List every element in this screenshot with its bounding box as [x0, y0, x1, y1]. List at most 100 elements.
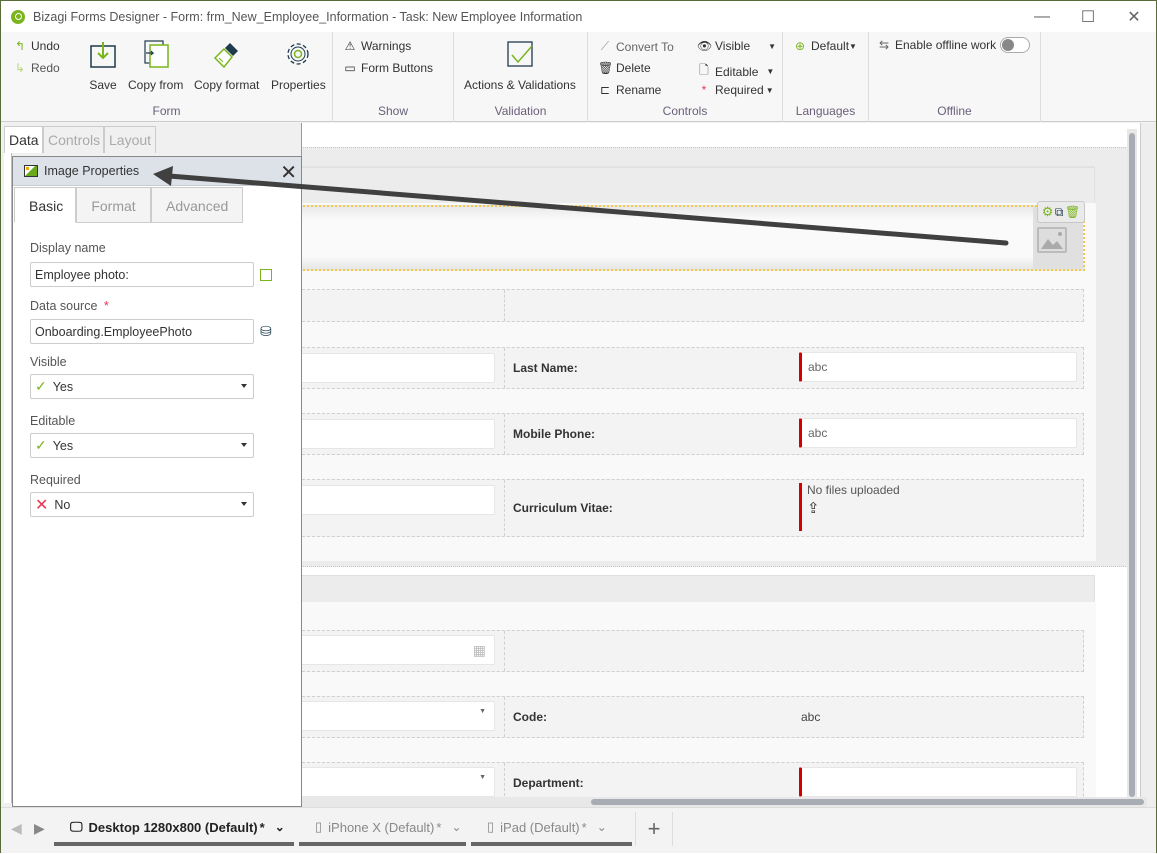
vertical-scroll-thumb[interactable] [1129, 133, 1135, 797]
visible-select[interactable]: ✓ Yes [30, 374, 254, 399]
horizontal-scroll-thumb[interactable] [591, 799, 1144, 805]
text-input[interactable] [302, 419, 495, 449]
check-icon: ✓ [35, 437, 47, 453]
scroll-right-icon[interactable]: ▶ [34, 820, 45, 837]
combo-input[interactable]: ▼ [302, 701, 495, 731]
control-copy-icon[interactable]: ⧉ [1055, 205, 1064, 220]
ribbon-group-validation: Actions & Validations Validation [454, 32, 588, 122]
department-combo[interactable] [799, 767, 1077, 797]
upload-file-icon[interactable]: ⇪ [807, 499, 1077, 517]
close-properties-icon[interactable]: ✕ [280, 160, 297, 185]
copy-from-button[interactable]: Copy from [128, 38, 183, 92]
close-window-button[interactable]: ✕ [1111, 1, 1157, 32]
data-source-label-text: Data source [30, 299, 98, 313]
device-tab-iphone[interactable]: ▯ iPhone X (Default) * ⌄ [299, 812, 466, 846]
tab-controls[interactable]: Controls [43, 126, 104, 153]
language-dropdown[interactable]: ⊕ Default ▼ [793, 39, 857, 53]
chevron-down-icon[interactable]: ⌄ [597, 820, 607, 834]
display-name-checkbox[interactable] [260, 269, 272, 281]
text-input[interactable] [302, 485, 495, 515]
convert-to-button[interactable]: ⟋ Convert To [598, 39, 674, 54]
modified-mark: * [581, 819, 587, 835]
code-value: abc [801, 710, 821, 724]
required-label: Required [715, 83, 764, 97]
copy-format-button[interactable]: Copy format [194, 38, 259, 92]
actions-validations-button[interactable]: Actions & Validations [464, 38, 576, 92]
device-tab-ipad[interactable]: ▯ iPad (Default) * ⌄ [471, 812, 632, 846]
warnings-label: Warnings [361, 39, 412, 53]
chevron-down-icon[interactable]: ⌄ [275, 820, 285, 834]
rename-icon: ⊏ [599, 83, 611, 97]
control-delete-trash-icon[interactable]: 🗑 [1065, 205, 1080, 219]
rename-button[interactable]: ⊏ Rename [598, 83, 661, 97]
scroll-left-icon[interactable]: ◀ [11, 820, 22, 837]
app-window: Bizagi Forms Designer - Form: frm_New_Em… [0, 0, 1157, 853]
dropdown-caret-icon [241, 384, 247, 388]
visible-label: Visible [30, 355, 67, 369]
enable-offline-toggle[interactable]: ⇆ Enable offline work [877, 37, 1031, 53]
visible-dropdown[interactable]: 👁 Visible ▼ [697, 39, 776, 53]
combo-input[interactable]: ▼ [302, 767, 495, 797]
save-button[interactable]: Save [87, 38, 119, 92]
minimize-button[interactable]: — [1019, 1, 1065, 32]
tab-layout[interactable]: Layout [104, 126, 156, 153]
image-placeholder-icon [1037, 227, 1067, 253]
form-canvas: ⚙ ⧉ 🗑 Last Name: abc Mobile Phone: abc C… [302, 123, 1140, 807]
required-dropdown[interactable]: * Required ▼ [697, 83, 774, 97]
dropdown-caret-icon: ▼ [849, 41, 857, 51]
add-device-button[interactable]: + [635, 812, 673, 846]
text-input[interactable] [302, 353, 495, 383]
dropdown-caret-icon [241, 443, 247, 447]
properties-header: Image Properties ✕ [13, 157, 301, 186]
group-label-languages: Languages [795, 104, 856, 118]
horizontal-scrollbar[interactable] [302, 797, 1147, 807]
visible-select-value: Yes [52, 379, 74, 394]
data-source-input[interactable]: Onboarding.EmployeePhoto [30, 319, 254, 344]
display-name-input[interactable]: Employee photo: [30, 262, 254, 287]
save-icon [87, 38, 119, 70]
convert-to-label: Convert To [616, 39, 674, 54]
desktop-monitor-icon: 🖵 [70, 819, 83, 834]
warnings-button[interactable]: ⚠ Warnings [343, 39, 412, 53]
save-label: Save [89, 78, 117, 92]
tab-basic[interactable]: Basic [14, 187, 76, 223]
form-buttons-button[interactable]: ▭ Form Buttons [343, 61, 433, 75]
maximize-button[interactable]: ☐ [1065, 1, 1111, 32]
database-add-icon[interactable]: ⛁ [260, 323, 272, 340]
offline-icon: ⇆ [878, 38, 890, 52]
image-control-selected[interactable]: ⚙ ⧉ 🗑 [302, 201, 1085, 271]
ribbon-toolbar: ↰ Undo ↳ Redo Save Copy from Copy format… [1, 32, 1156, 122]
modified-mark: * [259, 819, 265, 835]
paintbrush-icon [211, 38, 243, 70]
title-bar: Bizagi Forms Designer - Form: frm_New_Em… [1, 1, 1156, 32]
phone-icon: ▯ [315, 819, 323, 834]
undo-button[interactable]: ↰ Undo [13, 39, 60, 53]
calendar-icon[interactable]: ▦ [473, 642, 486, 659]
last-name-input[interactable]: abc [799, 352, 1077, 382]
form-row: ▼ Code: abc [302, 696, 1084, 738]
required-select[interactable]: ✕ No [30, 492, 254, 517]
tab-advanced[interactable]: Advanced [151, 187, 243, 223]
group-label-offline: Offline [937, 104, 972, 118]
tab-format[interactable]: Format [76, 187, 151, 223]
vertical-scrollbar[interactable] [1127, 129, 1137, 801]
device-tab-desktop[interactable]: 🖵 Desktop 1280x800 (Default) * ⌄ [54, 812, 294, 846]
dropdown-caret-icon [241, 502, 247, 506]
mobile-phone-input[interactable]: abc [799, 418, 1077, 448]
date-input[interactable]: ▦ [302, 635, 495, 665]
tab-data[interactable]: Data [4, 126, 43, 153]
editable-dropdown[interactable]: 🗋 Editable ▼ [697, 61, 774, 82]
properties-label: Properties [271, 78, 326, 92]
control-settings-gear-icon[interactable]: ⚙ [1042, 204, 1054, 220]
form-row: ▦ [302, 630, 1084, 672]
editable-select[interactable]: ✓ Yes [30, 433, 254, 458]
redo-button[interactable]: ↳ Redo [13, 61, 60, 75]
chevron-down-icon[interactable]: ⌄ [451, 820, 461, 834]
file-upload-control[interactable]: No files uploaded ⇪ [799, 483, 1077, 531]
form-row: Mobile Phone: abc [302, 413, 1084, 455]
editable-select-value: Yes [52, 438, 74, 453]
toggle-switch[interactable] [1000, 37, 1031, 53]
redo-icon: ↳ [14, 61, 26, 75]
delete-button[interactable]: 🗑 Delete [598, 61, 651, 75]
properties-button[interactable]: Properties [271, 38, 326, 92]
